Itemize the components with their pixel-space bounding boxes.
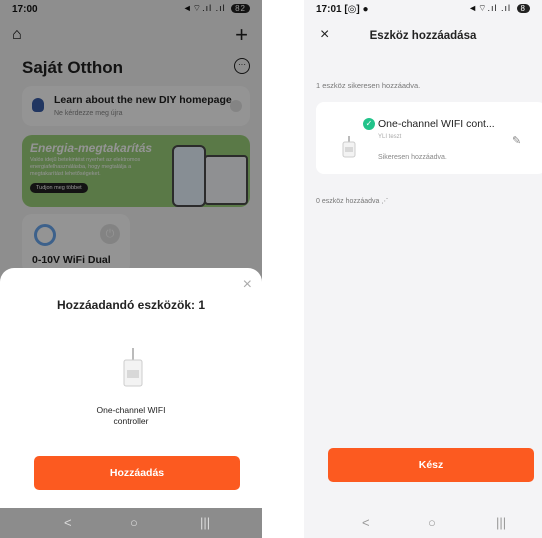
signal-icons: ◄⌔.ıl .ıl	[468, 3, 512, 13]
device-room: YLI teszt	[378, 134, 402, 140]
pending-count-text: 0 eszköz hozzáadva ⋰	[316, 198, 389, 205]
device-status: Sikeresen hozzáadva.	[378, 154, 447, 161]
status-indicators: ◄⌔.ıl .ıl 8	[468, 3, 530, 14]
device-name-line2: controller	[113, 416, 149, 426]
back-icon[interactable]: <	[362, 515, 370, 530]
left-phone-screen: 17:00 ◄⌔.ıl .ıl 82 ⌂ + Saját Otthon ··· …	[0, 0, 262, 538]
added-device-card[interactable]: ✓ One-channel WIFI cont... YLI teszt Sik…	[316, 102, 542, 174]
battery-icon: 8	[516, 4, 530, 13]
status-bar: 17:01 [◎] ● ◄⌔.ıl .ıl 8	[304, 0, 542, 20]
add-devices-sheet: × Hozzáadandó eszközök: 1 One-channel WI…	[0, 268, 262, 508]
success-count-text: 1 eszköz sikeresen hozzáadva.	[316, 81, 421, 90]
device-name-line1: One-channel WIFI	[96, 405, 166, 415]
home-nav-icon[interactable]: ○	[130, 515, 138, 530]
page-title: Eszköz hozzáadása	[369, 30, 477, 42]
right-phone-screen: 17:01 [◎] ● ◄⌔.ıl .ıl 8 × Eszköz hozzáad…	[304, 0, 542, 538]
navigation-bar: < ○ |||	[304, 508, 542, 538]
status-time: 17:01 [◎] ●	[316, 4, 369, 15]
navigation-bar: < ○ |||	[0, 508, 262, 538]
close-icon[interactable]: ×	[243, 276, 252, 294]
device-name: One-channel WIFI cont...	[378, 118, 495, 130]
sheet-title: Hozzáadandó eszközök: 1	[56, 298, 206, 312]
back-icon[interactable]: <	[64, 515, 72, 530]
recents-icon[interactable]: |||	[200, 515, 210, 530]
home-nav-icon[interactable]: ○	[428, 515, 436, 530]
check-icon: ✓	[363, 118, 375, 130]
edit-icon[interactable]: ✎	[512, 134, 521, 147]
done-button[interactable]: Kész	[328, 448, 534, 482]
add-button[interactable]: Hozzáadás	[34, 456, 240, 490]
recents-icon[interactable]: |||	[496, 515, 506, 530]
device-name: One-channel WIFI controller	[0, 405, 262, 427]
controller-device-icon	[342, 136, 356, 158]
controller-device-icon	[123, 348, 143, 387]
